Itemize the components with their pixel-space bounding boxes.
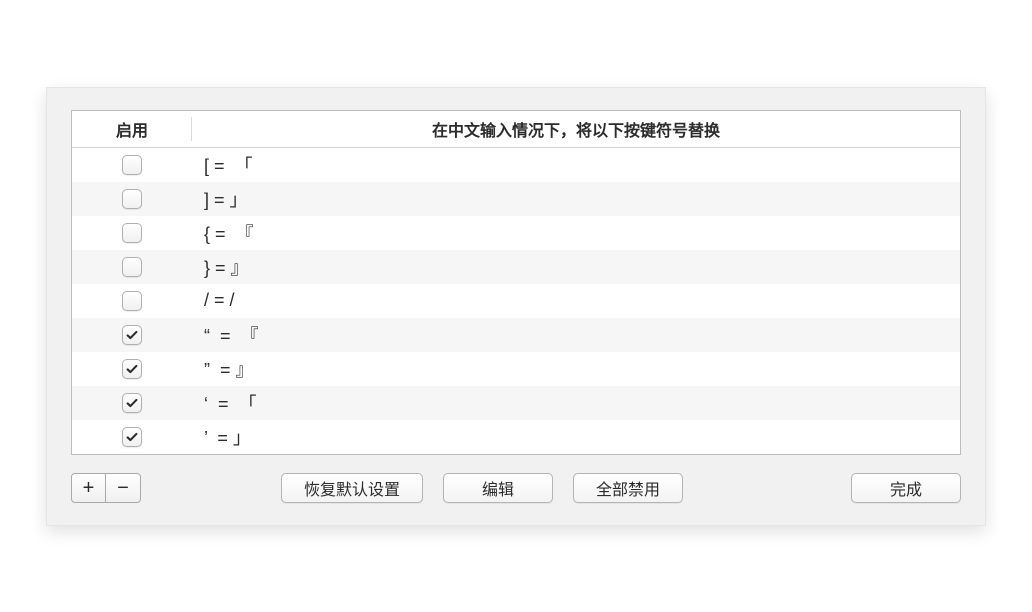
cell-rule-text: ’ = 」	[192, 424, 960, 450]
settings-panel: 启用 在中文输入情况下，将以下按键符号替换 [ = 「 ] = 」 { = 『 } =…	[46, 87, 986, 526]
table-row[interactable]: ’ = 」	[72, 420, 960, 454]
col-header-rule-label: 在中文输入情况下，将以下按键符号替换	[432, 123, 720, 140]
enable-checkbox[interactable]	[122, 155, 142, 175]
table-row[interactable]: { = 『	[72, 216, 960, 250]
cell-enable	[72, 393, 192, 413]
table-row[interactable]: ” = 』	[72, 352, 960, 386]
add-button[interactable]: +	[72, 474, 106, 502]
enable-checkbox[interactable]	[122, 325, 142, 345]
table-row[interactable]: ‘ = 「	[72, 386, 960, 420]
remove-button[interactable]: −	[106, 474, 140, 502]
cell-enable	[72, 325, 192, 345]
cell-rule-text: “ = 『	[192, 322, 960, 348]
check-icon	[125, 396, 139, 410]
table-row[interactable]: } = 』	[72, 250, 960, 284]
cell-enable	[72, 223, 192, 243]
check-icon	[125, 362, 139, 376]
cell-enable	[72, 359, 192, 379]
edit-button[interactable]: 编辑	[443, 473, 553, 503]
cell-rule-text: { = 『	[192, 220, 960, 246]
cell-enable	[72, 427, 192, 447]
enable-checkbox[interactable]	[122, 291, 142, 311]
cell-rule-text: / = /	[192, 290, 960, 311]
add-icon: +	[83, 478, 95, 498]
header-divider	[191, 117, 192, 141]
cell-rule-text: } = 』	[192, 254, 960, 280]
table-row[interactable]: ] = 」	[72, 182, 960, 216]
col-header-enable-label: 启用	[116, 123, 148, 140]
add-remove-group: + −	[71, 473, 141, 503]
enable-checkbox[interactable]	[122, 427, 142, 447]
table-row[interactable]: “ = 『	[72, 318, 960, 352]
disable-all-label: 全部禁用	[596, 476, 660, 500]
done-button[interactable]: 完成	[851, 473, 961, 503]
rules-table: 启用 在中文输入情况下，将以下按键符号替换 [ = 「 ] = 」 { = 『 } =…	[71, 110, 961, 455]
table-body: [ = 「 ] = 」 { = 『 } = 』 / = / “ = 『 ” = 』 ‘ = 「…	[72, 148, 960, 454]
enable-checkbox[interactable]	[122, 223, 142, 243]
cell-enable	[72, 189, 192, 209]
table-header: 启用 在中文输入情况下，将以下按键符号替换	[72, 111, 960, 148]
enable-checkbox[interactable]	[122, 257, 142, 277]
cell-enable	[72, 257, 192, 277]
cell-enable	[72, 291, 192, 311]
cell-rule-text: ‘ = 「	[192, 390, 960, 416]
enable-checkbox[interactable]	[122, 189, 142, 209]
disable-all-button[interactable]: 全部禁用	[573, 473, 683, 503]
col-header-enable: 启用	[72, 111, 192, 147]
restore-defaults-button[interactable]: 恢复默认设置	[281, 473, 423, 503]
check-icon	[125, 328, 139, 342]
edit-label: 编辑	[482, 476, 514, 500]
remove-icon: −	[117, 478, 129, 498]
cell-rule-text: [ = 「	[192, 152, 960, 178]
cell-rule-text: ” = 』	[192, 356, 960, 382]
cell-enable	[72, 155, 192, 175]
table-row[interactable]: [ = 「	[72, 148, 960, 182]
enable-checkbox[interactable]	[122, 359, 142, 379]
footer-bar: + − 恢复默认设置 编辑 全部禁用 完成	[71, 473, 961, 503]
done-label: 完成	[890, 476, 922, 500]
restore-defaults-label: 恢复默认设置	[304, 476, 400, 500]
table-row[interactable]: / = /	[72, 284, 960, 318]
col-header-rule: 在中文输入情况下，将以下按键符号替换	[192, 111, 960, 147]
check-icon	[125, 430, 139, 444]
cell-rule-text: ] = 」	[192, 186, 960, 212]
enable-checkbox[interactable]	[122, 393, 142, 413]
